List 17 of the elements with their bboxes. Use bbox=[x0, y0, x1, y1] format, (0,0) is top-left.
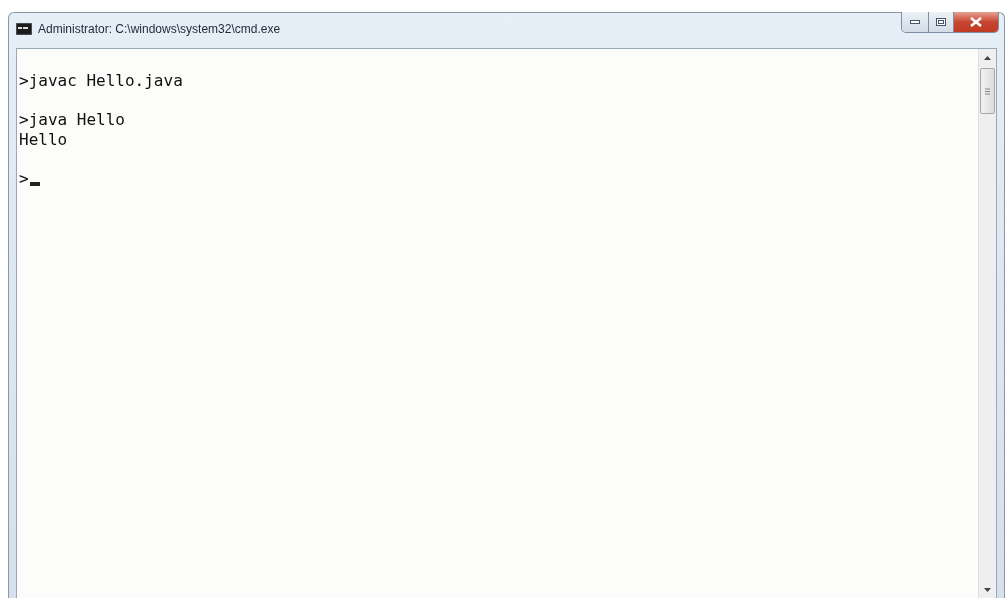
scroll-up-icon[interactable] bbox=[984, 55, 991, 60]
minimize-icon bbox=[910, 20, 920, 24]
maximize-icon bbox=[936, 18, 946, 26]
console-app-icon bbox=[16, 23, 32, 35]
console-line: >javac Hello.java bbox=[19, 71, 183, 91]
console-line: >java Hello bbox=[19, 110, 125, 130]
close-button[interactable] bbox=[953, 12, 998, 32]
scroll-down-icon[interactable] bbox=[984, 587, 991, 592]
window-title: Administrator: C:\windows\system32\cmd.exe bbox=[38, 22, 281, 36]
close-icon bbox=[970, 17, 982, 27]
scroll-bar[interactable] bbox=[978, 49, 996, 598]
console-output: Hello bbox=[19, 130, 68, 150]
minimize-button[interactable] bbox=[902, 12, 928, 32]
console-line: > bbox=[19, 169, 29, 189]
scroll-thumb[interactable] bbox=[980, 68, 995, 114]
maximize-button[interactable] bbox=[928, 12, 953, 32]
grip-icon bbox=[985, 87, 990, 95]
